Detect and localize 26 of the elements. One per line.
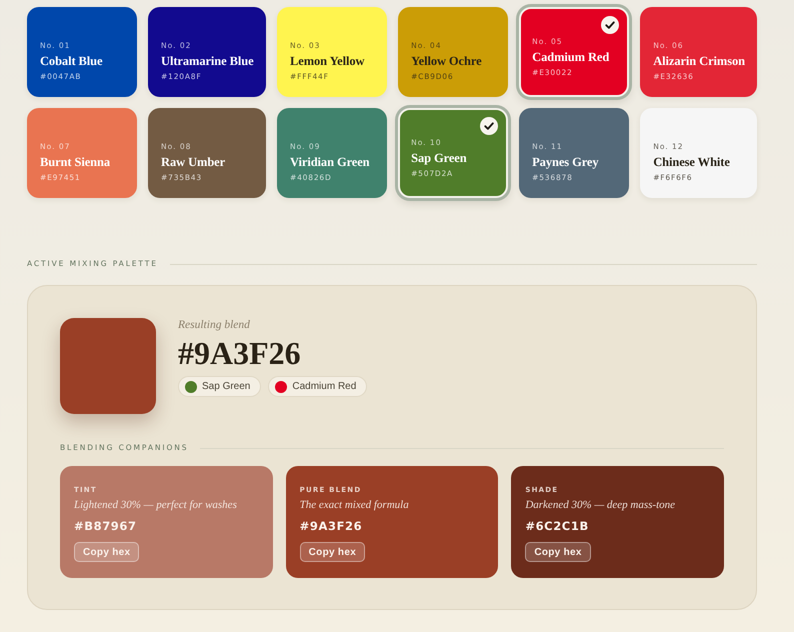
swatch-name: Yellow Ochre xyxy=(411,53,483,69)
swatch-name: Alizarin Crimson xyxy=(653,53,745,69)
swatch-name: Raw Umber xyxy=(161,154,226,170)
companion-hex: #B87967 xyxy=(74,518,137,534)
check-icon xyxy=(600,16,619,34)
swatch-name: Cadmium Red xyxy=(532,49,610,65)
swatch-name: Sap Green xyxy=(411,150,468,166)
ingredient-name: Cadmium Red xyxy=(292,381,356,392)
companion-description: Darkened 30% — deep mass-tone xyxy=(525,498,676,512)
swatch-name: Burnt Sienna xyxy=(40,154,112,170)
swatch-name: Ultramarine Blue xyxy=(161,53,254,69)
companion-description: Lightened 30% — perfect for washes xyxy=(74,498,237,512)
swatch-name: Paynes Grey xyxy=(532,154,600,170)
swatch-name: Chinese White xyxy=(653,154,731,170)
swatch-name: Lemon Yellow xyxy=(290,53,366,69)
companion-hex: #6C2C1B xyxy=(525,518,589,534)
check-icon xyxy=(480,117,498,135)
companion-description: The exact mixed formula xyxy=(300,498,409,512)
blend-hex: #9A3F26 xyxy=(178,335,301,371)
copy-hex-button[interactable]: Copy hex xyxy=(525,542,591,562)
copy-hex-button[interactable]: Copy hex xyxy=(300,542,366,562)
swatch-name: Viridian Green xyxy=(290,154,371,170)
companion-hex: #9A3F26 xyxy=(300,518,362,534)
blend-label: Resulting blend xyxy=(178,318,250,332)
swatch-name: Cobalt Blue xyxy=(40,53,104,69)
ingredient-name: Sap Green xyxy=(202,381,250,392)
